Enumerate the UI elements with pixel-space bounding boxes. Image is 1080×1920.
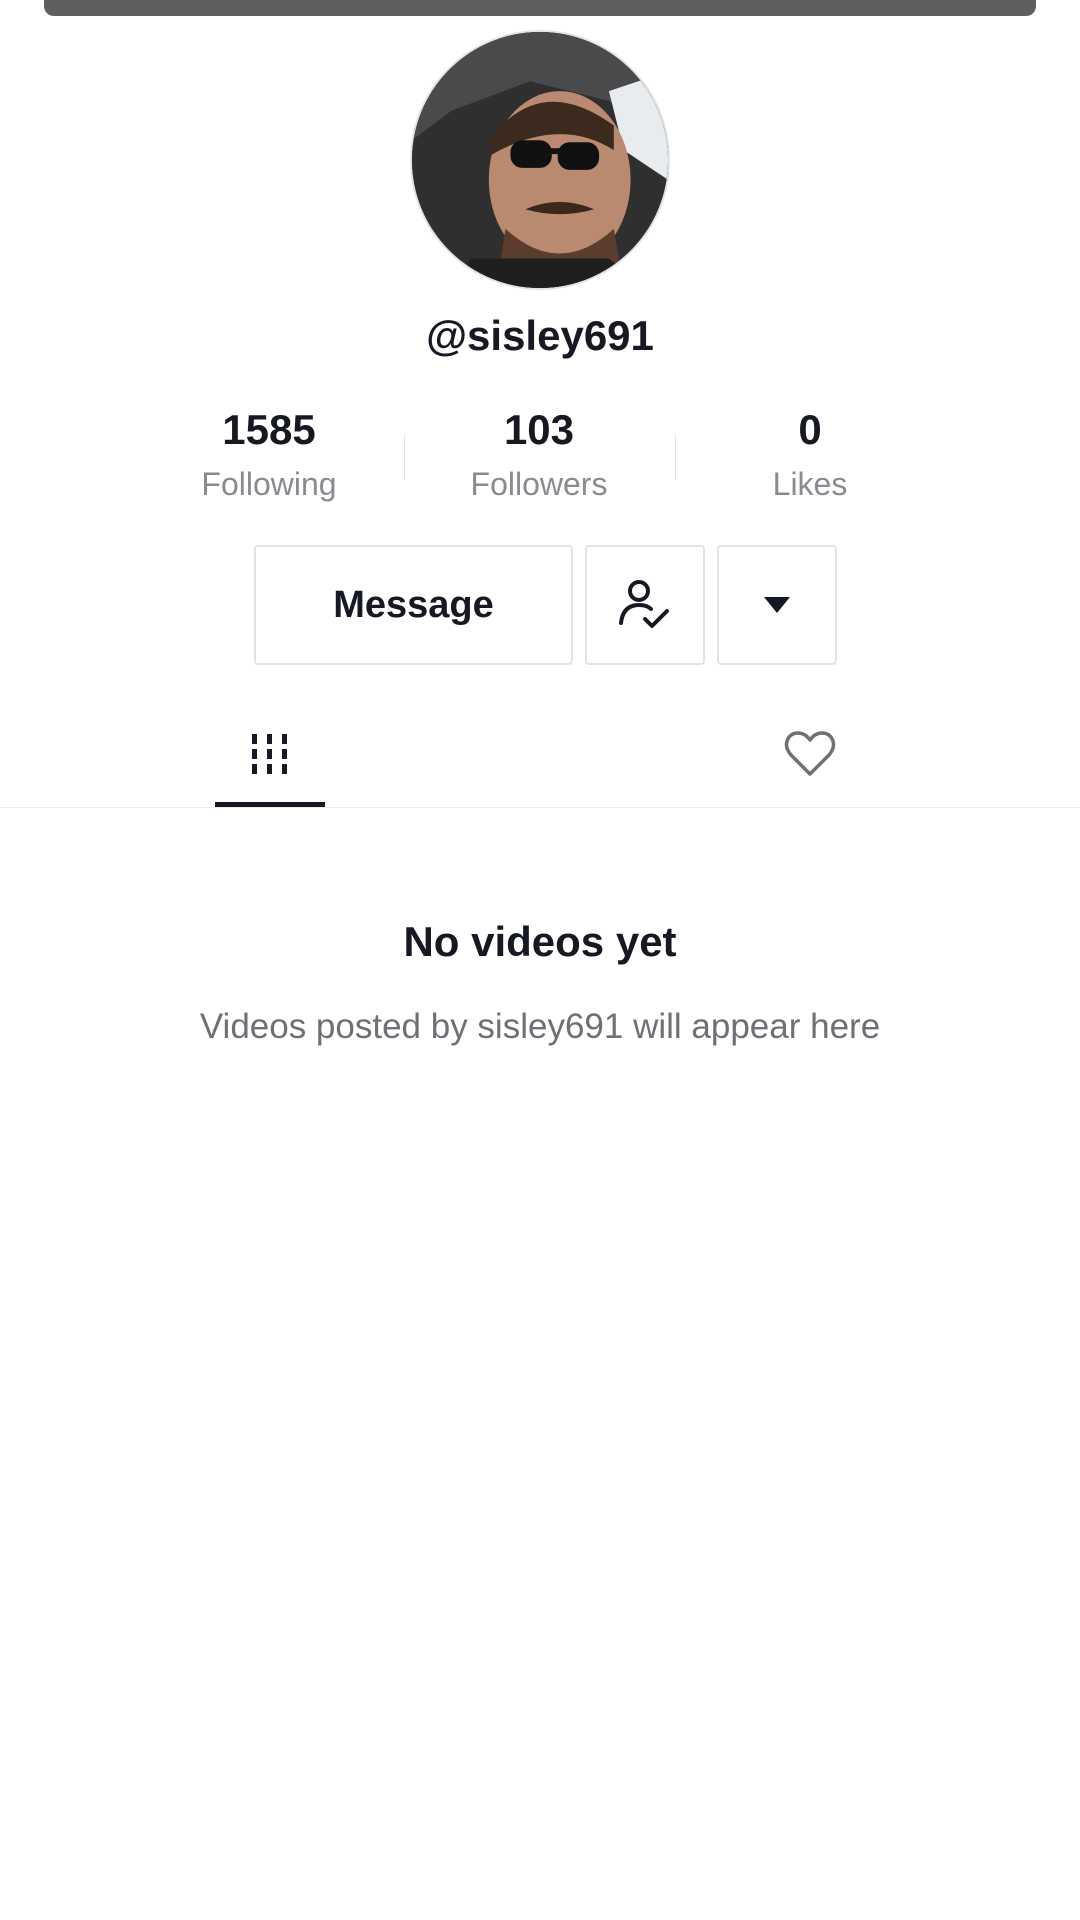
more-options-button[interactable] [717, 545, 837, 665]
followers-count: 103 [503, 406, 575, 453]
profile-avatar[interactable] [410, 30, 670, 290]
following-count: 1585 [222, 406, 316, 453]
stat-likes[interactable]: 0 Likes [690, 402, 930, 504]
followers-label: Followers [470, 466, 608, 502]
stat-following[interactable]: 1585 Following [149, 402, 389, 504]
avatar-photo [412, 32, 668, 288]
stat-divider [404, 434, 405, 480]
empty-state-subtitle: Videos posted by sisley691 will appear h… [199, 1007, 881, 1046]
grid-icon [252, 733, 287, 774]
active-tab-indicator [215, 802, 325, 807]
tab-liked[interactable] [755, 700, 865, 807]
following-label: Following [201, 466, 337, 502]
message-button[interactable]: Message [254, 545, 573, 665]
heart-outline-icon [784, 730, 836, 776]
profile-username: @sisley691 [426, 312, 654, 359]
profile-stats: 1585 Following 103 Followers 0 Likes [0, 402, 1080, 512]
person-check-icon [619, 580, 669, 628]
empty-state-title: No videos yet [403, 918, 677, 965]
following-button[interactable] [585, 545, 705, 665]
profile-tabs [0, 700, 1080, 808]
caret-down-icon [764, 597, 790, 613]
stat-followers[interactable]: 103 Followers [419, 402, 659, 504]
stat-divider [675, 434, 676, 480]
tab-videos[interactable] [215, 700, 325, 807]
likes-count: 0 [798, 406, 822, 453]
top-sheet-handle [44, 0, 1036, 16]
likes-label: Likes [772, 466, 848, 502]
